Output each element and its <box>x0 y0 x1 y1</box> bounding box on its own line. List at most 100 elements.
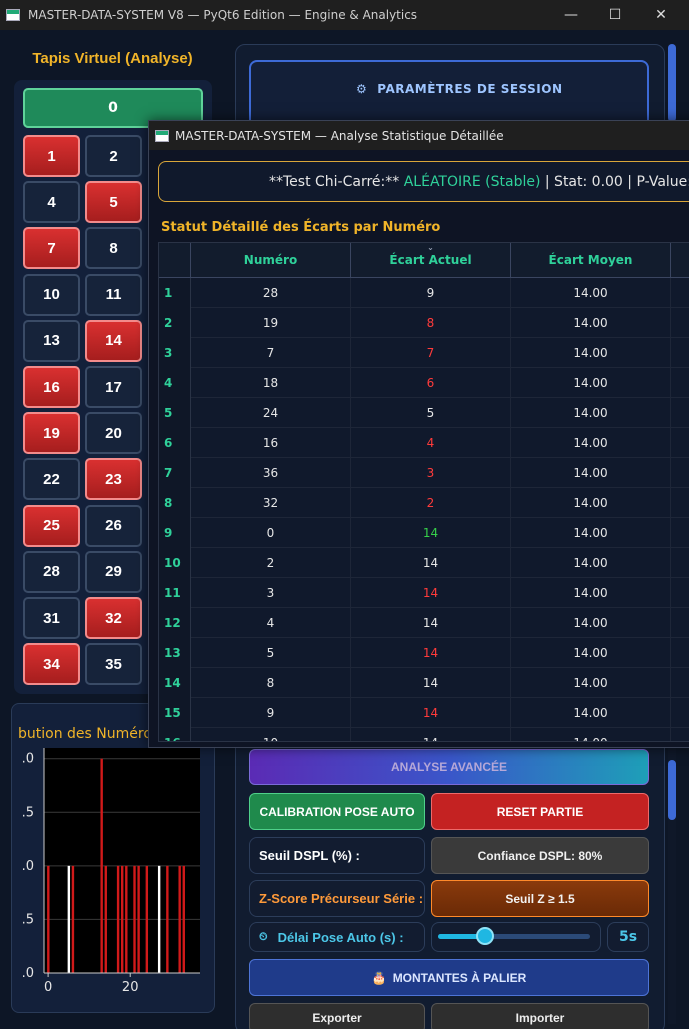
number-cell-17[interactable]: 17 <box>85 366 142 408</box>
import-button[interactable]: Importer <box>431 1003 649 1029</box>
table-row[interactable]: 2 19 8 14.00 <box>159 308 689 338</box>
delai-value: 5s <box>607 922 649 952</box>
cell-ecart-actuel: 6 <box>351 368 511 398</box>
number-cell-26[interactable]: 26 <box>85 504 142 547</box>
table-row[interactable]: 13 5 14 14.00 <box>159 638 689 668</box>
app-window-icon <box>6 9 20 21</box>
number-cell-4[interactable]: 4 <box>23 181 80 224</box>
app-root: MASTER-DATA-SYSTEM V8 — PyQt6 Edition — … <box>0 0 689 1029</box>
number-cell-1[interactable]: 1 <box>23 135 80 177</box>
number-cell-20[interactable]: 20 <box>85 412 142 455</box>
cell-ecart-actuel: 14 <box>351 698 511 728</box>
row-index: 6 <box>159 428 191 458</box>
seuil-dspl-label: Seuil DSPL (%) : <box>249 837 425 874</box>
main-titlebar[interactable]: MASTER-DATA-SYSTEM V8 — PyQt6 Edition — … <box>0 0 689 30</box>
ecarts-table: Numéro Écart Actuel ⌄ Écart Moyen 1 28 9 14.00 2… <box>158 242 689 742</box>
number-cell-29[interactable]: 29 <box>85 550 142 593</box>
number-cell-16[interactable]: 16 <box>23 366 80 408</box>
chi-square-result: **Test Chi-Carré:** ALÉATOIRE (Stable) |… <box>158 161 689 202</box>
table-row[interactable]: 7 36 3 14.00 <box>159 458 689 488</box>
calibration-pose-auto-button[interactable]: CALIBRATION POSE AUTO <box>249 793 425 830</box>
number-cell-10[interactable]: 10 <box>23 273 80 316</box>
chart-bar <box>100 758 103 973</box>
maximize-button[interactable]: ☐ <box>592 0 638 30</box>
chi-stats: | Stat: 0.00 | P-Value: 1 <box>544 173 689 190</box>
number-cell-19[interactable]: 19 <box>23 412 80 455</box>
chart-bar <box>166 865 169 973</box>
number-cell-13[interactable]: 13 <box>23 319 80 362</box>
number-cell-23[interactable]: 23 <box>85 458 142 501</box>
row-index: 9 <box>159 518 191 548</box>
row-index: 13 <box>159 638 191 668</box>
distribution-panel: bution des Numéro .0 .5 .0 .5 .0 0 20 <box>11 703 215 1013</box>
cell-numero: 28 <box>191 278 351 308</box>
number-cell-25[interactable]: 25 <box>23 504 80 547</box>
minimize-button[interactable]: — <box>548 0 594 30</box>
export-button[interactable]: Exporter <box>249 1003 425 1029</box>
chart-bar <box>67 865 71 973</box>
table-row[interactable]: 4 18 6 14.00 <box>159 368 689 398</box>
chart-ytick-label: .0 <box>22 859 34 874</box>
chart-bar <box>121 865 124 973</box>
table-row[interactable]: 9 0 14 14.00 <box>159 518 689 548</box>
column-header[interactable]: Écart Actuel ⌄ <box>351 243 511 278</box>
dialog-titlebar[interactable]: MASTER-DATA-SYSTEM — Analyse Statistique… <box>149 121 689 150</box>
table-row[interactable]: 6 16 4 14.00 <box>159 428 689 458</box>
table-row[interactable]: 11 3 14 14.00 <box>159 578 689 608</box>
number-cell-11[interactable]: 11 <box>85 273 142 316</box>
ecarts-subtitle: Statut Détaillé des Écarts par Numéro <box>161 220 441 235</box>
number-cell-7[interactable]: 7 <box>23 227 80 270</box>
table-row[interactable]: 10 2 14 14.00 <box>159 548 689 578</box>
cell-ecart-moyen: 14.00 <box>511 458 671 488</box>
cell-ecart-moyen: 14.00 <box>511 488 671 518</box>
table-row[interactable]: 3 7 7 14.00 <box>159 338 689 368</box>
column-header[interactable]: Numéro <box>191 243 351 278</box>
cell-numero: 16 <box>191 428 351 458</box>
right-scrollbar-thumb[interactable] <box>668 760 676 820</box>
chart-ytick-label: .0 <box>22 752 34 767</box>
zscore-label: Z-Score Précurseur Série : <box>249 880 425 917</box>
number-cell-35[interactable]: 35 <box>85 643 142 686</box>
cell-numero: 2 <box>191 548 351 578</box>
column-header[interactable]: Écart Moyen <box>511 243 671 278</box>
number-cell-5[interactable]: 5 <box>85 181 142 224</box>
analyse-avancee-button[interactable]: ANALYSE AVANCÉE <box>249 749 649 785</box>
chart-xtick-label: 0 <box>44 980 52 995</box>
montantes-palier-button[interactable]: 🎂 MONTANTES À PALIER <box>249 959 649 996</box>
cell-ecart-actuel: 14 <box>351 548 511 578</box>
cell-numero: 24 <box>191 398 351 428</box>
chart-bar <box>47 865 50 973</box>
distribution-chart: .0 .5 .0 .5 .0 0 20 <box>22 748 200 995</box>
number-cell-34[interactable]: 34 <box>23 643 80 686</box>
right-scrollbar-thumb-top[interactable] <box>668 44 676 122</box>
cell-numero: 3 <box>191 578 351 608</box>
cell-ecart-actuel: 2 <box>351 488 511 518</box>
number-cell-14[interactable]: 14 <box>85 319 142 362</box>
table-row[interactable]: 16101414.00 <box>159 728 689 741</box>
table-row[interactable]: 15 9 14 14.00 <box>159 698 689 728</box>
number-cell-32[interactable]: 32 <box>85 597 142 639</box>
reset-partie-button[interactable]: RESET PARTIE <box>431 793 649 830</box>
cell-ecart-moyen: 14.00 <box>511 728 671 741</box>
close-button[interactable]: ✕ <box>638 0 684 30</box>
session-params-title: ⚙ PARAMÈTRES DE SESSION <box>356 82 563 96</box>
row-index: 3 <box>159 338 191 368</box>
table-row[interactable]: 5 24 5 14.00 <box>159 398 689 428</box>
chart-bar <box>133 865 136 973</box>
confiance-dspl-button[interactable]: Confiance DSPL: 80% <box>431 837 649 874</box>
number-cell-22[interactable]: 22 <box>23 458 80 501</box>
number-cell-31[interactable]: 31 <box>23 597 80 639</box>
delai-slider-handle[interactable] <box>476 927 495 945</box>
cell-numero: 4 <box>191 608 351 638</box>
table-row[interactable]: 1 28 9 14.00 <box>159 278 689 308</box>
number-cell-28[interactable]: 28 <box>23 550 80 593</box>
table-row[interactable]: 8 32 2 14.00 <box>159 488 689 518</box>
column-header-extra[interactable] <box>671 243 689 278</box>
table-row[interactable]: 14 8 14 14.00 <box>159 668 689 698</box>
table-row[interactable]: 12 4 14 14.00 <box>159 608 689 638</box>
number-cell-2[interactable]: 2 <box>85 135 142 177</box>
cell-ecart-moyen: 14.00 <box>511 338 671 368</box>
seuil-z-button[interactable]: Seuil Z ≥ 1.5 <box>431 880 649 917</box>
number-cell-8[interactable]: 8 <box>85 227 142 270</box>
chart-bar <box>182 865 185 973</box>
